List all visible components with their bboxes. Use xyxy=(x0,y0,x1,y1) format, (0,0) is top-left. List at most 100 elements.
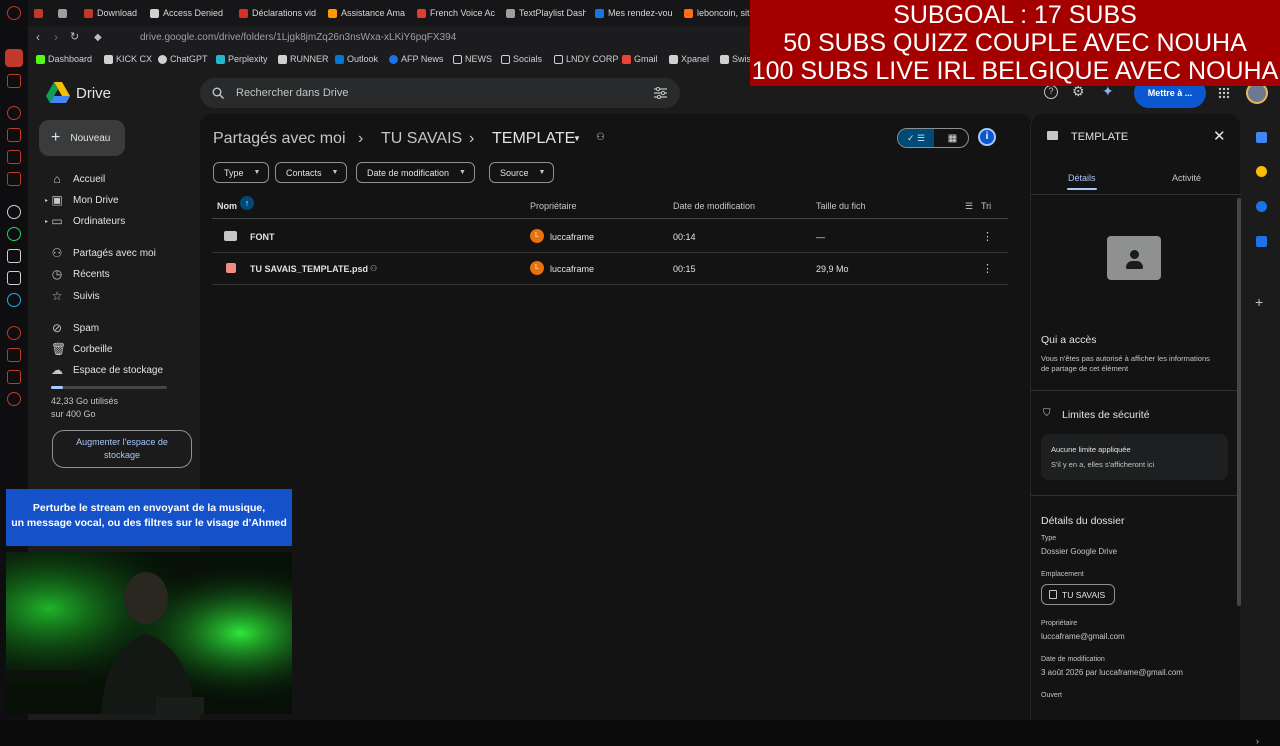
scrollbar[interactable] xyxy=(1237,198,1241,606)
column-name[interactable]: Nom xyxy=(217,201,237,211)
bag-icon[interactable] xyxy=(7,128,21,142)
table-row[interactable]: FONT L luccaframe 00:14 — ⋮ xyxy=(212,221,1008,253)
browser-tab[interactable]: Déclarations vid xyxy=(239,5,319,21)
more-options-icon[interactable]: ⋮ xyxy=(982,262,993,275)
large-shared-folder-icon xyxy=(1107,236,1161,280)
chatgpt-icon[interactable] xyxy=(7,205,21,219)
file-modified: 00:15 xyxy=(673,264,696,274)
bookmark[interactable]: Swis xyxy=(720,54,751,64)
bookmark[interactable]: ChatGPT xyxy=(158,54,208,64)
history-icon[interactable] xyxy=(7,326,21,340)
address-bar: ‹ › ↻ ◆ drive.google.com/drive/folders/1… xyxy=(28,26,750,50)
breadcrumb-item[interactable]: TU SAVAIS xyxy=(381,130,462,148)
reload-icon[interactable]: ↻ xyxy=(70,30,79,43)
browser-tab[interactable]: TextPlaylist Dash xyxy=(506,5,586,21)
nav-item-computers[interactable]: ▭ Ordinateurs xyxy=(51,215,125,227)
x-icon[interactable] xyxy=(7,271,21,285)
telegram-icon[interactable] xyxy=(7,293,21,307)
filter-source[interactable]: Source ▼ xyxy=(489,162,555,183)
nav-item-shared[interactable]: ⚇ Partagés avec moi xyxy=(51,247,156,259)
speed-dial-icon[interactable] xyxy=(7,106,21,120)
table-row[interactable]: TU SAVAIS_TEMPLATE.psd ⚇ L luccaframe 00… xyxy=(212,253,1008,285)
tab-activity[interactable]: Activité xyxy=(1172,173,1201,183)
search-bar[interactable]: Rechercher dans Drive xyxy=(200,78,680,108)
browser-tab[interactable] xyxy=(34,5,48,21)
player-icon[interactable] xyxy=(7,172,21,186)
downloads-icon[interactable] xyxy=(7,348,21,362)
list-view-icon[interactable]: ✓ ☰ xyxy=(898,129,934,147)
bookmark[interactable]: LNDY CORP xyxy=(554,54,618,64)
bookmark[interactable]: AFP News xyxy=(389,54,443,64)
collapse-panel-icon[interactable]: › xyxy=(1256,736,1259,746)
more-options-icon[interactable]: ⋮ xyxy=(982,230,993,243)
nav-item-my-drive[interactable]: ▣ Mon Drive xyxy=(51,194,118,206)
bookmark[interactable]: Socials xyxy=(501,54,542,64)
bookmark[interactable]: Dashboard xyxy=(36,54,92,64)
home-icon[interactable] xyxy=(5,49,23,67)
tasks-icon[interactable] xyxy=(1256,201,1267,212)
filter-modified[interactable]: Date de modification ▼ xyxy=(356,162,475,183)
bookmark[interactable]: NEWS xyxy=(453,54,492,64)
nav-item-spam[interactable]: ⊘ Spam xyxy=(51,322,99,334)
nav-item-storage[interactable]: ☁ Espace de stockage xyxy=(51,364,163,376)
opera-logo-icon[interactable] xyxy=(7,6,21,20)
bookmark[interactable]: Xpanel xyxy=(669,54,709,64)
tab-details[interactable]: Détails xyxy=(1068,173,1096,183)
keep-icon[interactable] xyxy=(1256,166,1267,177)
browser-tab[interactable] xyxy=(58,5,72,21)
expand-icon[interactable]: ▸ xyxy=(45,218,48,225)
bookmark[interactable]: Outlook xyxy=(335,54,378,64)
column-size[interactable]: Taille du fich xyxy=(816,201,866,211)
location-chip[interactable]: TU SAVAIS xyxy=(1041,584,1115,605)
back-icon[interactable]: ‹ xyxy=(36,30,40,44)
drive-logo-icon[interactable] xyxy=(46,82,70,104)
filter-type[interactable]: Type ▼ xyxy=(213,162,270,183)
browser-tab[interactable]: Mes rendez-vou xyxy=(595,5,675,21)
nav-item-starred[interactable]: ☆ Suivis xyxy=(51,290,100,302)
bookmark[interactable]: RUNNER xyxy=(278,54,329,64)
help-icon[interactable]: ? xyxy=(1044,85,1058,99)
filter-contacts[interactable]: Contacts ▼ xyxy=(275,162,348,183)
tab-label: Assistance Ama xyxy=(341,8,406,18)
nav-item-trash[interactable]: 🗑 Corbeille xyxy=(51,343,112,355)
grid-view-icon[interactable]: ▦ xyxy=(935,129,968,147)
aria-icon[interactable] xyxy=(7,74,21,88)
calendar-icon[interactable] xyxy=(1256,132,1267,143)
expand-icon[interactable]: ▸ xyxy=(45,197,48,204)
bookmark[interactable]: KICK CX xyxy=(104,54,152,64)
browser-tab[interactable]: leboncoin, sit xyxy=(684,5,750,21)
bookmark[interactable]: Gmail xyxy=(622,54,658,64)
new-button[interactable]: + Nouveau xyxy=(39,120,125,156)
whatsapp-icon[interactable] xyxy=(7,227,21,241)
apps-grid-icon[interactable] xyxy=(1218,86,1230,99)
search-options-icon[interactable] xyxy=(654,87,667,99)
extensions-icon[interactable] xyxy=(7,370,21,384)
browser-tab[interactable]: French Voice Ac xyxy=(417,5,497,21)
discord-icon[interactable] xyxy=(7,249,21,263)
column-owner[interactable]: Propriétaire xyxy=(530,201,577,211)
folder-menu-caret-icon[interactable]: ▼ xyxy=(573,134,581,143)
info-icon[interactable]: i xyxy=(978,128,996,146)
bookmark-favicon-icon xyxy=(36,54,45,64)
contacts-icon[interactable] xyxy=(1256,236,1267,247)
url-field[interactable]: drive.google.com/drive/folders/1Ljgk8jmZ… xyxy=(140,32,456,43)
nav-item-recent[interactable]: ◷ Récents xyxy=(51,268,110,280)
sort-arrow-icon[interactable]: ↑ xyxy=(240,196,254,210)
nav-item-home[interactable]: ⌂ Accueil xyxy=(51,173,105,185)
breadcrumb-item[interactable]: Partagés avec moi xyxy=(213,130,346,148)
caret-down-icon: ▼ xyxy=(538,169,546,176)
sort-label[interactable]: Tri xyxy=(981,201,991,211)
upgrade-storage-button[interactable]: Augmenter l'espace de stockage xyxy=(52,430,192,468)
settings-icon[interactable] xyxy=(7,392,21,406)
search-input[interactable]: Rechercher dans Drive xyxy=(236,87,349,99)
browser-tab[interactable]: Access Denied xyxy=(150,5,228,21)
forward-icon[interactable]: › xyxy=(54,30,58,44)
column-modified[interactable]: Date de modification xyxy=(673,201,755,211)
bookmark[interactable]: Perplexity xyxy=(216,54,268,64)
twitch-icon[interactable] xyxy=(7,150,21,164)
add-app-icon[interactable]: + xyxy=(1255,294,1263,310)
browser-tab[interactable]: Assistance Ama xyxy=(328,5,408,21)
breadcrumb-current[interactable]: TEMPLATE xyxy=(492,130,575,148)
close-icon[interactable]: ✕ xyxy=(1213,127,1226,145)
sort-lines-icon[interactable]: ☰ xyxy=(965,201,973,212)
